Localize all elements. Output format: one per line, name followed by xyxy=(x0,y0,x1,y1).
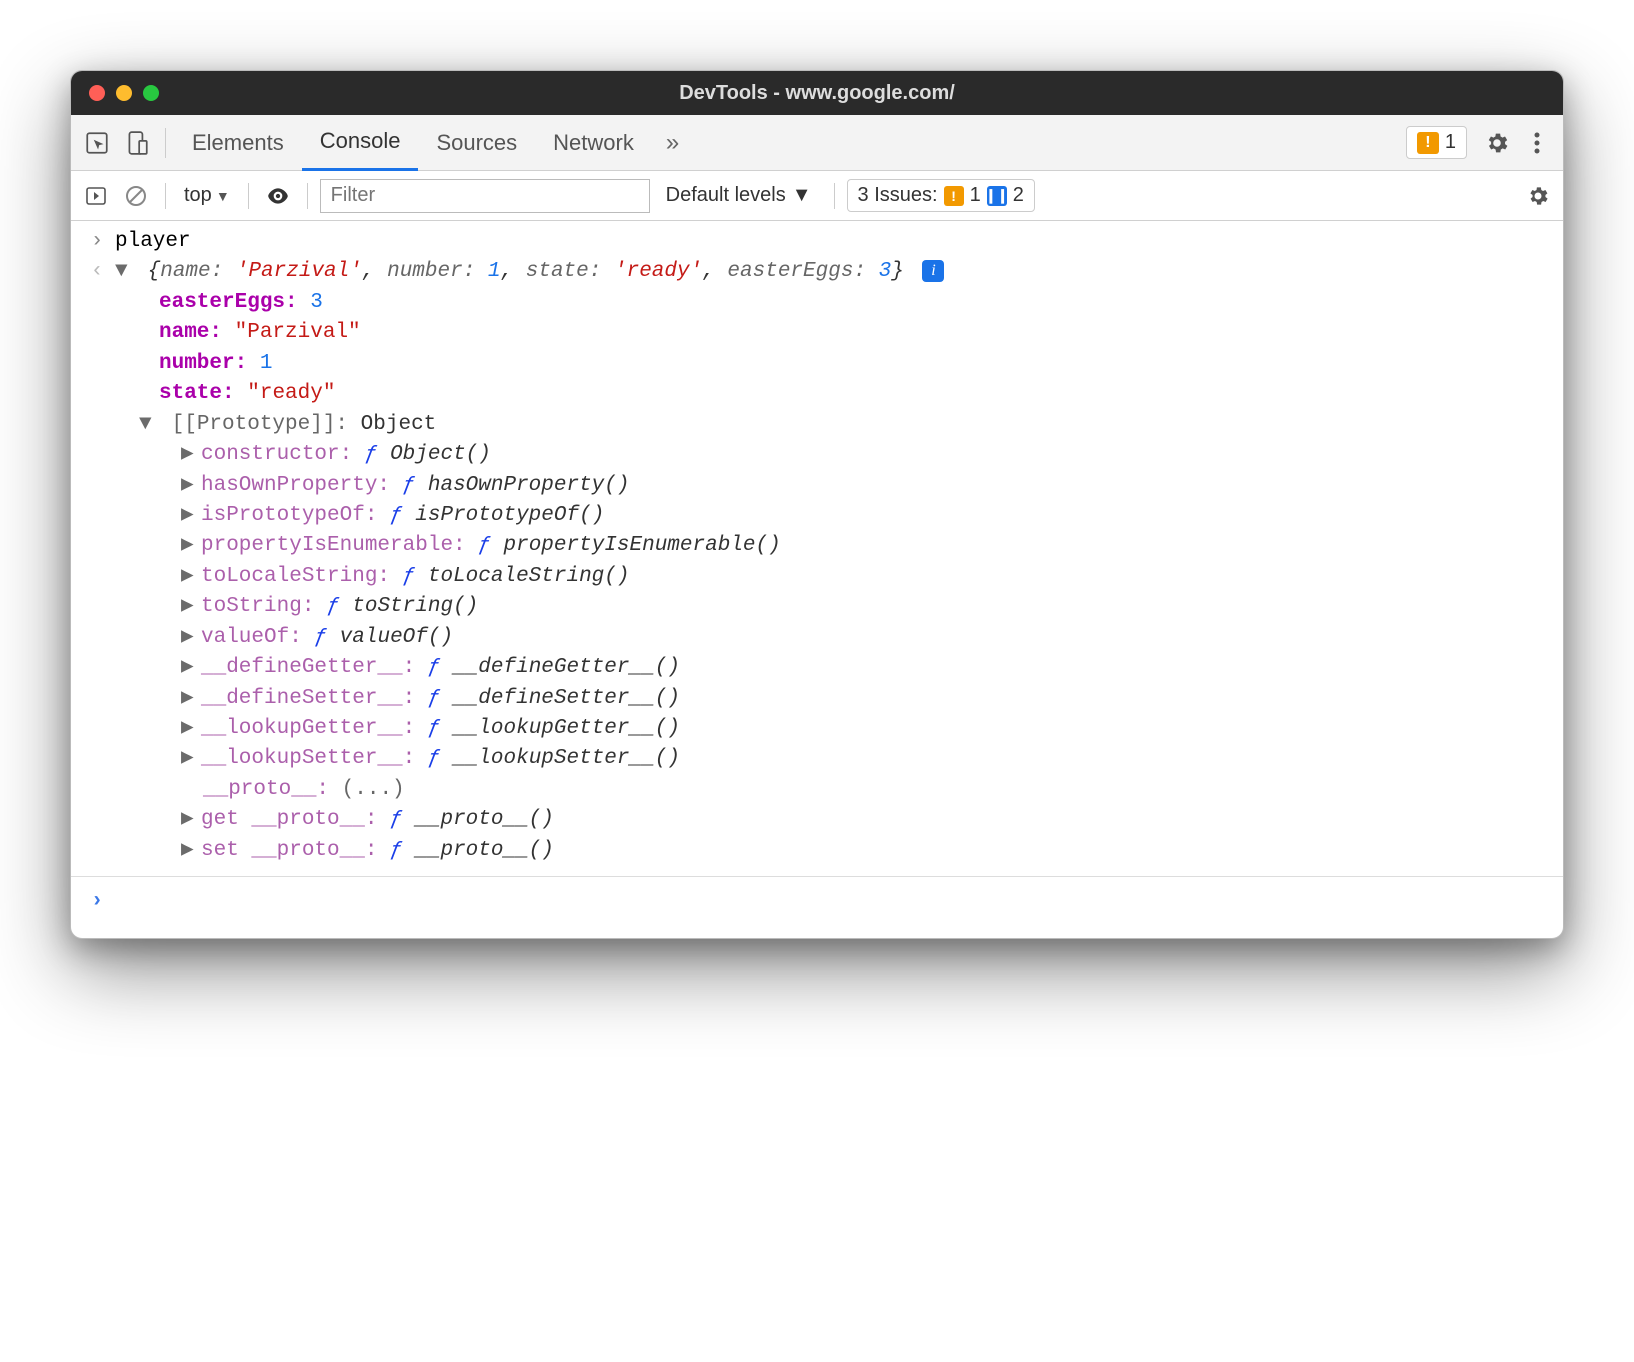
console-prompt-row[interactable]: › xyxy=(71,876,1563,937)
expand-toggle-icon[interactable]: ▶ xyxy=(181,592,201,622)
proto-method-row[interactable]: ▶toString: ƒ toString() xyxy=(71,592,1563,622)
expand-toggle-icon[interactable]: ▶ xyxy=(181,653,201,683)
separator xyxy=(165,183,166,209)
expand-toggle-icon[interactable]: ▶ xyxy=(181,836,201,866)
tabs-overflow-button[interactable]: » xyxy=(652,129,693,157)
proto-method-row[interactable]: ▶isPrototypeOf: ƒ isPrototypeOf() xyxy=(71,501,1563,531)
input-chevron-icon: › xyxy=(83,227,111,257)
separator xyxy=(165,128,166,158)
expand-toggle-icon[interactable]: ▶ xyxy=(181,684,201,714)
proto-method-row[interactable]: ▶constructor: ƒ Object() xyxy=(71,440,1563,470)
console-prompt-input[interactable] xyxy=(111,887,1551,917)
proto-method-row[interactable]: ▶get __proto__: ƒ __proto__() xyxy=(71,805,1563,835)
warnings-badge[interactable]: ! 1 xyxy=(1406,126,1467,159)
prototype-row[interactable]: ▼ [[Prototype]]: Object xyxy=(71,410,1563,440)
proto-method-row[interactable]: ▶set __proto__: ƒ __proto__() xyxy=(71,836,1563,866)
issues-warn-count: 1 xyxy=(970,184,981,207)
live-expression-icon[interactable] xyxy=(261,179,295,213)
prompt-chevron-icon: › xyxy=(83,887,111,917)
filter-input[interactable] xyxy=(320,179,650,213)
tab-sources[interactable]: Sources xyxy=(418,115,535,171)
warning-icon: ! xyxy=(944,186,964,206)
tab-network[interactable]: Network xyxy=(535,115,652,171)
separator xyxy=(248,183,249,209)
inspect-element-icon[interactable] xyxy=(77,123,117,163)
separator xyxy=(834,183,835,209)
warning-icon: ! xyxy=(1417,132,1439,154)
expand-toggle-icon[interactable]: ▶ xyxy=(181,805,201,835)
minimize-window-button[interactable] xyxy=(116,85,132,101)
expand-toggle-icon[interactable]: ▶ xyxy=(181,562,201,592)
input-expression: player xyxy=(111,227,1551,257)
settings-gear-icon[interactable] xyxy=(1477,123,1517,163)
info-icon: ❙❙ xyxy=(987,186,1007,206)
expand-toggle-icon[interactable]: ▶ xyxy=(181,501,201,531)
issues-info-count: 2 xyxy=(1013,184,1024,207)
chevron-down-icon: ▼ xyxy=(216,188,230,204)
expand-toggle-icon[interactable]: ▶ xyxy=(181,623,201,653)
proto-method-row[interactable]: ▶__defineGetter__: ƒ __defineGetter__() xyxy=(71,653,1563,683)
expand-toggle-icon[interactable]: ▼ xyxy=(139,410,159,440)
expand-toggle-icon[interactable]: ▶ xyxy=(181,744,201,774)
maximize-window-button[interactable] xyxy=(143,85,159,101)
proto-method-row[interactable]: ▶toLocaleString: ƒ toLocaleString() xyxy=(71,562,1563,592)
main-tabbar: Elements Console Sources Network » ! 1 xyxy=(71,115,1563,171)
prop-row[interactable]: state: "ready" xyxy=(71,379,1563,409)
kebab-menu-icon[interactable] xyxy=(1517,123,1557,163)
log-levels-selector[interactable]: Default levels ▼ xyxy=(656,184,822,207)
toggle-sidebar-icon[interactable] xyxy=(79,179,113,213)
proto-method-row[interactable]: ▶__lookupSetter__: ƒ __lookupSetter__() xyxy=(71,744,1563,774)
traffic-lights xyxy=(71,85,159,101)
proto-method-row[interactable]: ▶hasOwnProperty: ƒ hasOwnProperty() xyxy=(71,471,1563,501)
devtools-window: DevTools - www.google.com/ Elements Cons… xyxy=(70,70,1564,939)
expand-toggle-icon[interactable]: ▶ xyxy=(181,440,201,470)
expand-toggle-icon[interactable]: ▶ xyxy=(181,471,201,501)
warnings-count: 1 xyxy=(1445,131,1456,154)
titlebar: DevTools - www.google.com/ xyxy=(71,71,1563,115)
levels-label: Default levels xyxy=(666,184,786,207)
issues-badge[interactable]: 3 Issues: ! 1 ❙❙ 2 xyxy=(847,179,1035,212)
console-input-row: › player xyxy=(71,227,1563,257)
object-summary[interactable]: ▼ {name: 'Parzival', number: 1, state: '… xyxy=(111,257,1551,287)
proto-method-row[interactable]: ▶__lookupGetter__: ƒ __lookupGetter__() xyxy=(71,714,1563,744)
execution-context-selector[interactable]: top ▼ xyxy=(178,184,236,207)
prop-row[interactable]: number: 1 xyxy=(71,349,1563,379)
chevron-down-icon: ▼ xyxy=(792,184,812,207)
console-body: › player ‹ ▼ {name: 'Parzival', number: … xyxy=(71,221,1563,938)
tab-console[interactable]: Console xyxy=(302,115,419,171)
expand-toggle-icon[interactable]: ▼ xyxy=(115,257,135,287)
clear-console-icon[interactable] xyxy=(119,179,153,213)
info-icon[interactable]: i xyxy=(922,260,944,282)
proto-method-row[interactable]: ▶__defineSetter__: ƒ __defineSetter__() xyxy=(71,684,1563,714)
device-toolbar-icon[interactable] xyxy=(117,123,157,163)
separator xyxy=(307,183,308,209)
prop-row[interactable]: name: "Parzival" xyxy=(71,318,1563,348)
tab-elements[interactable]: Elements xyxy=(174,115,302,171)
issues-label: 3 Issues: xyxy=(858,184,938,207)
console-settings-gear-icon[interactable] xyxy=(1521,179,1555,213)
proto-method-row[interactable]: ▶propertyIsEnumerable: ƒ propertyIsEnume… xyxy=(71,531,1563,561)
proto-method-row[interactable]: ▶valueOf: ƒ valueOf() xyxy=(71,623,1563,653)
window-title: DevTools - www.google.com/ xyxy=(71,82,1563,105)
expand-toggle-icon[interactable]: ▶ xyxy=(181,714,201,744)
close-window-button[interactable] xyxy=(89,85,105,101)
output-chevron-icon: ‹ xyxy=(83,257,111,287)
prop-row[interactable]: easterEggs: 3 xyxy=(71,288,1563,318)
context-label: top xyxy=(184,184,212,207)
proto-accessor-row[interactable]: __proto__: (...) xyxy=(71,775,1563,805)
console-toolbar: top ▼ Default levels ▼ 3 Issues: ! 1 ❙❙ … xyxy=(71,171,1563,221)
expand-toggle-icon[interactable]: ▶ xyxy=(181,531,201,561)
console-output-row[interactable]: ‹ ▼ {name: 'Parzival', number: 1, state:… xyxy=(71,257,1563,287)
